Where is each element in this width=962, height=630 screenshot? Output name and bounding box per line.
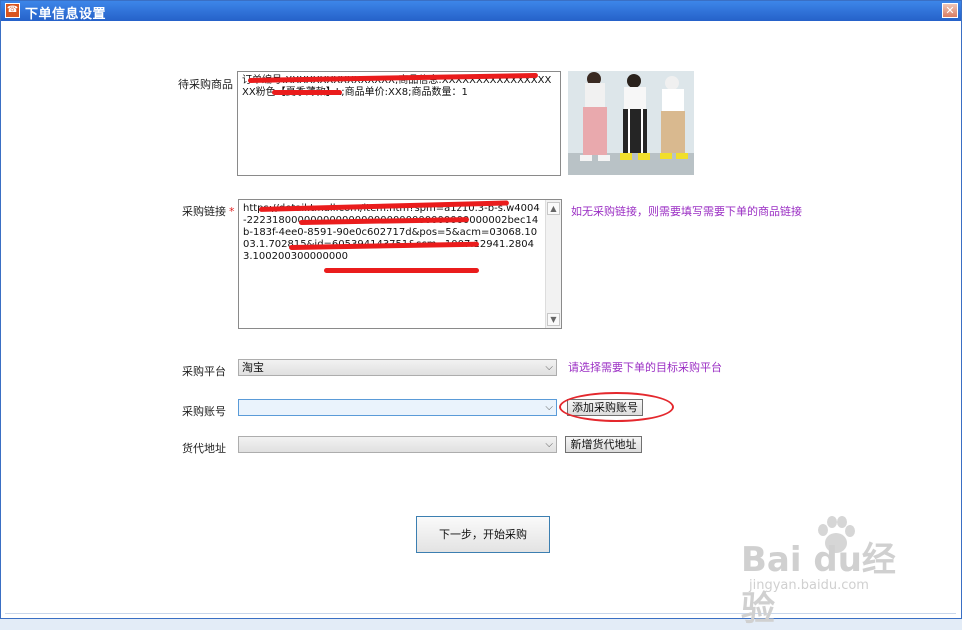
next-step-button[interactable]: 下一步，开始采购 xyxy=(416,516,550,553)
required-asterisk: * xyxy=(229,205,235,218)
link-scrollbar[interactable]: ▲ ▼ xyxy=(545,200,561,328)
link-textarea[interactable]: https://detail.tmall.com/item.htm?spm=a1… xyxy=(238,199,562,329)
chevron-down-icon: ⌵ xyxy=(545,402,553,413)
link-label: 采购链接 * xyxy=(182,203,235,219)
product-image xyxy=(568,71,694,175)
platform-label: 采购平台 xyxy=(182,365,226,378)
link-label-text: 采购链接 xyxy=(182,205,226,218)
product-photo-graphic xyxy=(568,71,694,175)
scroll-up-icon[interactable]: ▲ xyxy=(547,202,560,215)
redaction-mark xyxy=(324,268,479,273)
link-hint: 如无采购链接，则需要填写需要下单的商品链接 xyxy=(571,205,802,218)
app-icon: ☎ xyxy=(5,3,20,18)
forwarder-label: 货代地址 xyxy=(182,442,226,455)
watermark-url: jingyan.baidu.com xyxy=(749,578,869,593)
platform-value: 淘宝 xyxy=(242,361,264,374)
product-label: 待采购商品 xyxy=(178,78,233,91)
account-label: 采购账号 xyxy=(182,405,226,418)
annotation-circle xyxy=(559,392,674,422)
close-button[interactable]: ✕ xyxy=(942,3,958,18)
platform-select[interactable]: 淘宝 ⌵ xyxy=(238,359,557,376)
redaction-mark xyxy=(272,90,342,95)
title-bar: ☎ 下单信息设置 ✕ xyxy=(1,1,961,22)
window-title: 下单信息设置 xyxy=(25,7,107,22)
link-text: https://detail.tmall.com/item.htm?spm=a1… xyxy=(243,203,540,262)
chevron-down-icon: ⌵ xyxy=(545,439,553,450)
account-select[interactable]: ⌵ xyxy=(238,399,557,416)
scroll-down-icon[interactable]: ▼ xyxy=(547,313,560,326)
chevron-down-icon: ⌵ xyxy=(545,362,553,373)
platform-hint: 请选择需要下单的目标采购平台 xyxy=(568,361,722,374)
watermark: Bai du经验 jingyan.baidu.com xyxy=(733,516,923,629)
dialog-window: ☎ 下单信息设置 ✕ 待采购商品 订单编号:XXXXXXXXXXXXXXXX;商… xyxy=(0,0,962,629)
forwarder-select[interactable]: ⌵ xyxy=(238,436,557,453)
form-content: 待采购商品 订单编号:XXXXXXXXXXXXXXXX;商品信息:XXXXXXX… xyxy=(5,22,956,629)
product-textarea[interactable]: 订单编号:XXXXXXXXXXXXXXXX;商品信息:XXXXXXXXXXXXX… xyxy=(237,71,561,176)
add-forwarder-button[interactable]: 新增货代地址 xyxy=(565,436,642,453)
